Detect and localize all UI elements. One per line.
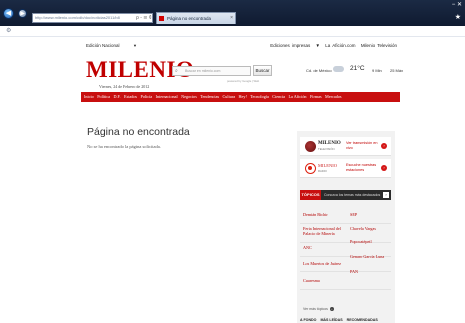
topic-link[interactable]: Los Muertos de Juárez — [303, 261, 347, 266]
nav-item-mercados[interactable]: Mercados — [325, 94, 342, 99]
nav-item-cultura[interactable]: Cultura — [223, 94, 236, 99]
window-controls[interactable]: − ✕ — [452, 1, 462, 8]
nav-item-firmas[interactable]: Firmas — [310, 94, 322, 99]
radio-circle-icon — [305, 163, 316, 174]
nav-item-estados[interactable]: Estados — [124, 94, 137, 99]
arrow-right-icon: ▶ — [20, 10, 25, 17]
tv-promo-text: Ver transmisión en vivo — [346, 141, 378, 150]
topic-link[interactable]: PAN — [350, 269, 390, 274]
nav-item-ciencia[interactable]: Ciencia — [272, 94, 285, 99]
gear-icon[interactable]: ⚙ — [6, 27, 11, 34]
nav-item-inicio[interactable]: Inicio — [84, 94, 94, 99]
topic-link[interactable]: SEP — [350, 212, 390, 217]
topics-subtitle: Conozca los temas más destacados — [324, 193, 381, 197]
sidebar: MILENIO TELEVISIÓN Ver transmisión en vi… — [297, 131, 395, 323]
sidebar-tabs: A FONDO MÁS LEÍDAS RECOMENDADAS — [297, 318, 395, 323]
browser-toolbar: ◀ ▶ http://www.milenio.com/cdb/doc/notic… — [0, 0, 465, 26]
current-date: Viernes, 24 de Febrero de 2012 — [99, 84, 150, 89]
milenio-tv-logo: MILENIO TELEVISIÓN — [305, 141, 341, 152]
topic-link[interactable]: Genaro García Luna — [350, 254, 390, 259]
topic-link[interactable]: Demián Bichir — [303, 212, 343, 217]
chevron-down-icon[interactable]: ▼ — [316, 43, 320, 48]
nav-item-la-aficion[interactable]: La Afición — [288, 94, 306, 99]
divider — [300, 223, 391, 224]
tab-a-fondo[interactable]: A FONDO — [300, 318, 316, 322]
radio-logo-sub: RADIO — [318, 169, 327, 173]
topic-link[interactable]: Cuaresma — [303, 278, 343, 283]
favorites-star-icon[interactable]: ★ — [455, 13, 461, 21]
nav-item-politica[interactable]: Política — [97, 94, 110, 99]
forward-button[interactable]: ▶ — [18, 9, 27, 18]
weather-city[interactable]: Cd. de México — [306, 68, 332, 73]
arrow-right-icon[interactable]: › — [381, 143, 387, 149]
nav-item-df[interactable]: D.F. — [113, 94, 120, 99]
topics-header: TÓPICOS Conozca los temas más destacados… — [300, 190, 391, 200]
topics-label: TÓPICOS — [300, 190, 321, 200]
tv-promo[interactable]: MILENIO TELEVISIÓN Ver transmisión en vi… — [300, 137, 391, 156]
temperature-max: 25 Máx — [390, 68, 404, 73]
command-bar: ⚙ — [0, 26, 465, 37]
radio-dot-icon — [308, 166, 312, 170]
search-placeholder: Buscar en milenio.com — [185, 69, 221, 73]
web-page: Edición Nacional ▼ Ediciones impresas ▼ … — [77, 37, 404, 323]
favicon-icon — [159, 16, 164, 21]
link-milenio-television[interactable]: Milenio Televisión — [361, 43, 397, 48]
temperature: 21°C — [350, 65, 365, 72]
nav-item-negocios[interactable]: Negocios — [181, 94, 197, 99]
nav-item-tecnologia[interactable]: Tecnología — [250, 94, 269, 99]
top-bar: Edición Nacional ▼ Ediciones impresas ▼ … — [77, 42, 400, 52]
tv-circle-icon — [305, 141, 316, 152]
nav-item-hey[interactable]: Hey! — [239, 94, 247, 99]
radio-promo[interactable]: MILENIO RADIO Escuche nuestras estacione… — [300, 159, 391, 178]
page-title: Página no encontrada — [87, 126, 190, 138]
nav-item-tendencias[interactable]: Tendencias — [200, 94, 219, 99]
arrow-right-icon[interactable]: › — [383, 192, 389, 198]
cloud-icon — [333, 66, 344, 72]
arrow-right-icon[interactable]: › — [381, 165, 387, 171]
chevron-down-icon[interactable]: ▼ — [133, 43, 137, 48]
tv-logo-sub: TELEVISIÓN — [318, 147, 335, 151]
more-topics-label: Ver más tópicos — [303, 307, 328, 311]
topic-link[interactable]: Popocatépetl — [350, 239, 390, 244]
address-bar[interactable]: http://www.milenio.com/cdb/doc/noticias2… — [32, 13, 153, 23]
topic-link[interactable]: Chavela Vargas — [350, 226, 390, 231]
tab-recomendadas[interactable]: RECOMENDADAS — [347, 318, 378, 322]
main-nav: Inicio Política D.F. Estados Policía Int… — [81, 92, 400, 102]
address-controls[interactable]: ρ - ≅ ¢ × — [136, 14, 152, 22]
tab-mas-leidas[interactable]: MÁS LEÍDAS — [320, 318, 342, 322]
search-input[interactable]: ⌕ Buscar en milenio.com — [172, 66, 251, 76]
error-message: No se ha encontrado la página solicitada… — [87, 144, 161, 149]
more-topics-link[interactable]: Ver más tópicos › — [303, 307, 334, 312]
top-links: Ediciones impresas ▼ La Afición.com Mile… — [267, 43, 397, 48]
arrow-left-icon: ◀ — [5, 9, 12, 17]
tab-title: Página no encontrada — [167, 16, 212, 21]
milenio-radio-logo: MILENIO RADIO — [305, 163, 337, 174]
temperature-min: 9 Min — [372, 68, 382, 73]
browser-tab[interactable]: Página no encontrada × — [156, 12, 236, 24]
address-text: http://www.milenio.com/cdb/doc/noticias2… — [35, 15, 120, 20]
search-powered-by: powered by Google | Web — [227, 79, 260, 83]
radio-promo-text: Escuche nuestras estaciones — [346, 163, 377, 172]
search-button[interactable]: Buscar — [253, 65, 272, 76]
divider — [300, 289, 391, 290]
close-tab-icon[interactable]: × — [230, 13, 233, 24]
nav-item-policia[interactable]: Policía — [140, 94, 152, 99]
back-button[interactable]: ◀ — [3, 8, 14, 19]
topic-link[interactable]: ANC — [303, 245, 343, 250]
link-la-aficion[interactable]: La Afición.com — [325, 43, 355, 48]
arrow-right-icon: › — [329, 307, 334, 312]
topic-link[interactable]: Feria Internacional del Palacio de Miner… — [303, 226, 347, 236]
browser-window: ◀ ▶ http://www.milenio.com/cdb/doc/notic… — [0, 0, 465, 323]
edition-selector[interactable]: Edición Nacional — [86, 43, 120, 48]
nav-item-internacional[interactable]: Internacional — [156, 94, 178, 99]
search-icon: ⌕ — [175, 68, 178, 74]
link-ediciones-impresas[interactable]: Ediciones impresas — [270, 43, 310, 48]
